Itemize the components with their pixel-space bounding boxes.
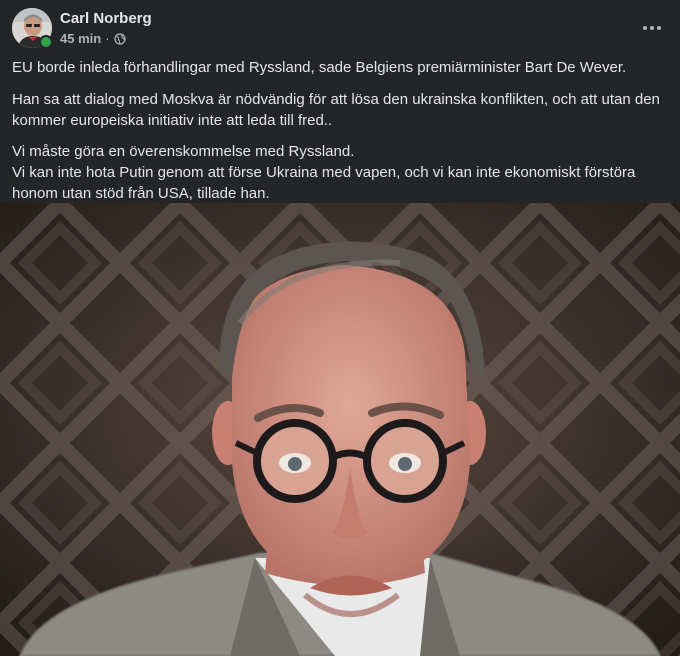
post-paragraph-2: Han sa att dialog med Moskva är nödvändi… — [12, 91, 660, 129]
author-name[interactable]: Carl Norberg — [60, 10, 152, 27]
online-status-icon — [39, 35, 53, 49]
more-dots-icon — [643, 26, 661, 30]
more-options-button[interactable] — [634, 10, 670, 46]
post-paragraph-3: Vi måste göra en överenskommelse med Rys… — [12, 143, 355, 160]
post-photo[interactable] — [0, 203, 680, 656]
post-paragraph-4: Vi kan inte hota Putin genom att förse U… — [12, 164, 636, 202]
post-header: Carl Norberg 45 min · — [0, 0, 680, 56]
facebook-post: Carl Norberg 45 min · EU borde inleda fö… — [0, 0, 680, 656]
post-paragraph-1: EU borde inleda förhandlingar med Ryssla… — [12, 59, 627, 76]
author-avatar[interactable] — [12, 8, 53, 49]
post-meta: 45 min · — [60, 31, 126, 46]
post-text: EU borde inleda förhandlingar med Ryssla… — [12, 56, 668, 204]
post-timestamp[interactable]: 45 min — [60, 31, 101, 46]
globe-icon[interactable] — [113, 32, 126, 45]
meta-separator: · — [105, 31, 110, 46]
